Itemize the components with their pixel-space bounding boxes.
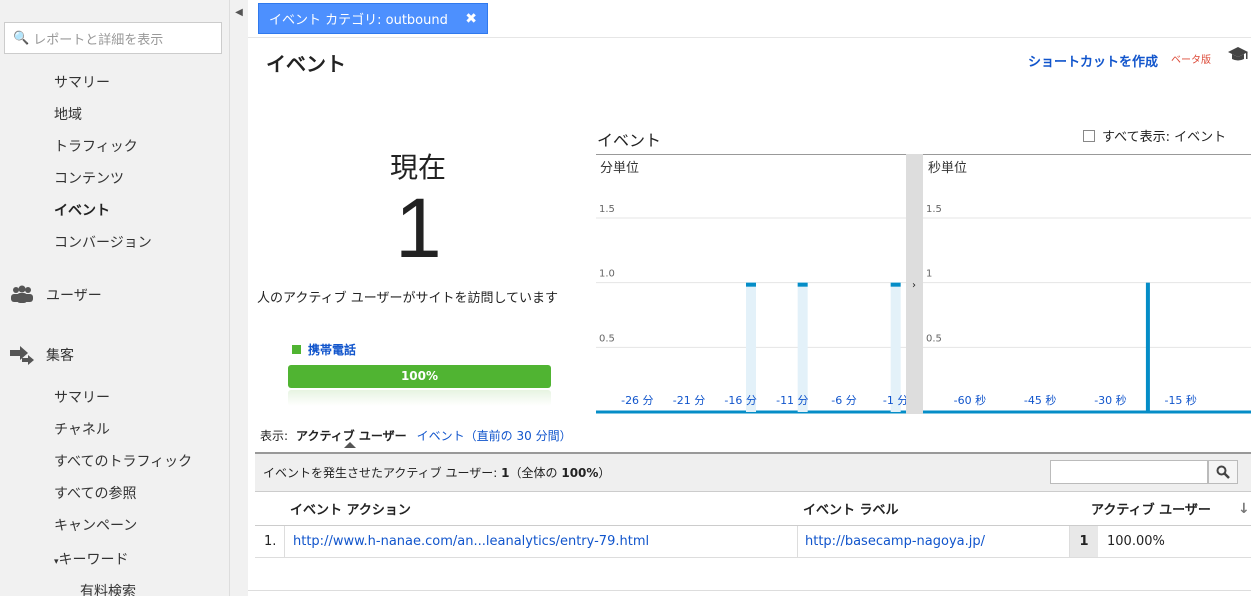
tab-events[interactable]: イベント（直前の 30 分間） [417,427,572,444]
view-toggle: 表示: アクティブ ユーザー イベント（直前の 30 分間） [260,427,572,448]
bar-reflection [288,390,551,406]
chevron-right-icon[interactable]: › [912,280,916,291]
search-icon: 🔍 [13,30,30,46]
bar-highlight [746,282,756,412]
row-index: 1. [264,534,277,549]
x-tick-label: -45 秒 [1024,393,1056,407]
sidebar-section-acquisition[interactable]: 集客 [8,344,74,366]
header-event-label[interactable]: イベント ラベル [803,492,899,525]
page-title: イベント [266,52,346,76]
active-user-count: 1 [395,181,442,275]
column-divider [797,526,798,557]
report-search-input[interactable]: 🔍 レポートと詳細を表示 [4,22,222,54]
y-tick-label: 1.0 [599,269,615,280]
events-table: イベントを発生させたアクティブ ユーザー: 1 （全体の 100%） イベント … [255,452,1251,560]
chart-title: イベント [597,131,662,150]
y-tick-label: 1 [926,269,932,280]
sidebar-item-summary[interactable]: サマリー [54,72,110,92]
sort-arrow-icon[interactable]: ↓ [1238,492,1250,525]
row-event-action-link[interactable]: http://www.h-nanae.com/an...leanalytics/… [293,526,649,557]
header-event-action[interactable]: イベント アクション [290,492,411,525]
caret-up-icon [344,442,357,448]
minutes-panel-title: 分単位 [600,160,639,176]
sidebar-item-channels[interactable]: チャネル [54,419,110,439]
sidebar-item-all-traffic[interactable]: すべてのトラフィック [54,451,192,471]
row-event-label-link[interactable]: http://basecamp-nagoya.jp/ [805,526,985,557]
y-tick-label: 0.5 [926,333,942,344]
x-tick-label: -21 分 [673,394,705,407]
sidebar-item-keywords[interactable]: ▾キーワード [54,549,129,569]
sidebar-item-events[interactable]: イベント [54,200,110,220]
checkbox-icon[interactable] [1083,129,1095,142]
active-users-description: 人のアクティブ ユーザーがサイトを訪問しています [257,291,559,306]
sidebar: 🔍 レポートと詳細を表示 サマリー 地域 トラフィック コンテンツ イベント コ… [0,0,230,596]
row-user-percent: 100.00% [1107,534,1165,549]
users-icon [11,285,33,303]
show-all-checkbox[interactable]: すべて表示: イベント [1083,126,1226,145]
table-row: 1. http://www.h-nanae.com/an...leanalyti… [255,526,1251,558]
now-label: 現在 [390,151,447,184]
table-search-input[interactable] [1050,460,1208,484]
bar-highlight [797,282,808,412]
sidebar-item-all-referrals[interactable]: すべての参照 [54,483,136,503]
legend-square-icon [292,345,301,354]
column-divider [284,526,285,557]
close-icon[interactable]: ✖ [465,11,477,27]
sidebar-item-region[interactable]: 地域 [54,104,82,124]
x-tick-label: -11 分 [776,394,808,407]
collapse-column [230,0,248,596]
y-tick-label: 1.5 [599,204,615,215]
realtime-chart: 分単位 0.5 1.0 1.5 -26 分 -21 分 -16 分 -11 分 -6 分 -1… [596,154,1251,414]
beta-badge: ベータ版 [1171,55,1211,66]
y-tick-label: 0.5 [599,333,615,344]
page-bottom-divider [248,590,1251,591]
row-user-count: 1 [1070,526,1098,557]
acquisition-arrow-icon [10,346,34,365]
x-tick-label: -26 分 [621,394,653,407]
table-search-button[interactable] [1208,460,1238,484]
x-tick-label: -1 分 [883,394,908,407]
x-tick-label: -6 分 [831,394,856,407]
device-legend-mobile[interactable]: 携帯電話 [292,341,356,358]
header-active-users[interactable]: アクティブ ユーザー [1091,492,1211,525]
sidebar-section-users[interactable]: ユーザー [8,284,102,306]
bar [1145,282,1150,412]
seconds-panel-title: 秒単位 [928,160,967,176]
sidebar-item-paid-search[interactable]: 有料検索 [80,581,136,596]
filter-chip[interactable]: イベント カテゴリ: outbound ✖ [258,3,488,34]
collapse-sidebar-icon[interactable]: ◀ [232,4,246,22]
sidebar-item-traffic[interactable]: トラフィック [54,136,138,156]
x-tick-label: -16 分 [724,394,756,407]
x-tick-label: -60 秒 [954,393,986,407]
sidebar-item-acq-summary[interactable]: サマリー [54,387,110,407]
bar-cap [746,282,756,287]
bar-cap [797,282,808,287]
sidebar-item-content[interactable]: コンテンツ [54,168,124,188]
device-percentage-bar: 100% [288,365,551,388]
x-tick-label: -30 秒 [1094,393,1126,407]
sidebar-item-campaigns[interactable]: キャンペーン [54,515,137,535]
sidebar-item-conversions[interactable]: コンバージョン [54,232,152,252]
x-tick-label: -15 秒 [1164,393,1196,407]
graduation-cap-icon[interactable] [1227,46,1249,62]
tab-active-users[interactable]: アクティブ ユーザー [296,427,407,448]
search-icon [1216,465,1230,479]
y-tick-label: 1.5 [926,204,942,215]
bar-highlight [890,282,901,412]
create-shortcut-link[interactable]: ショートカットを作成 [1028,51,1158,70]
bar-cap [890,282,901,287]
table-header: イベント アクション イベント ラベル アクティブ ユーザー ↓ [255,492,1251,526]
